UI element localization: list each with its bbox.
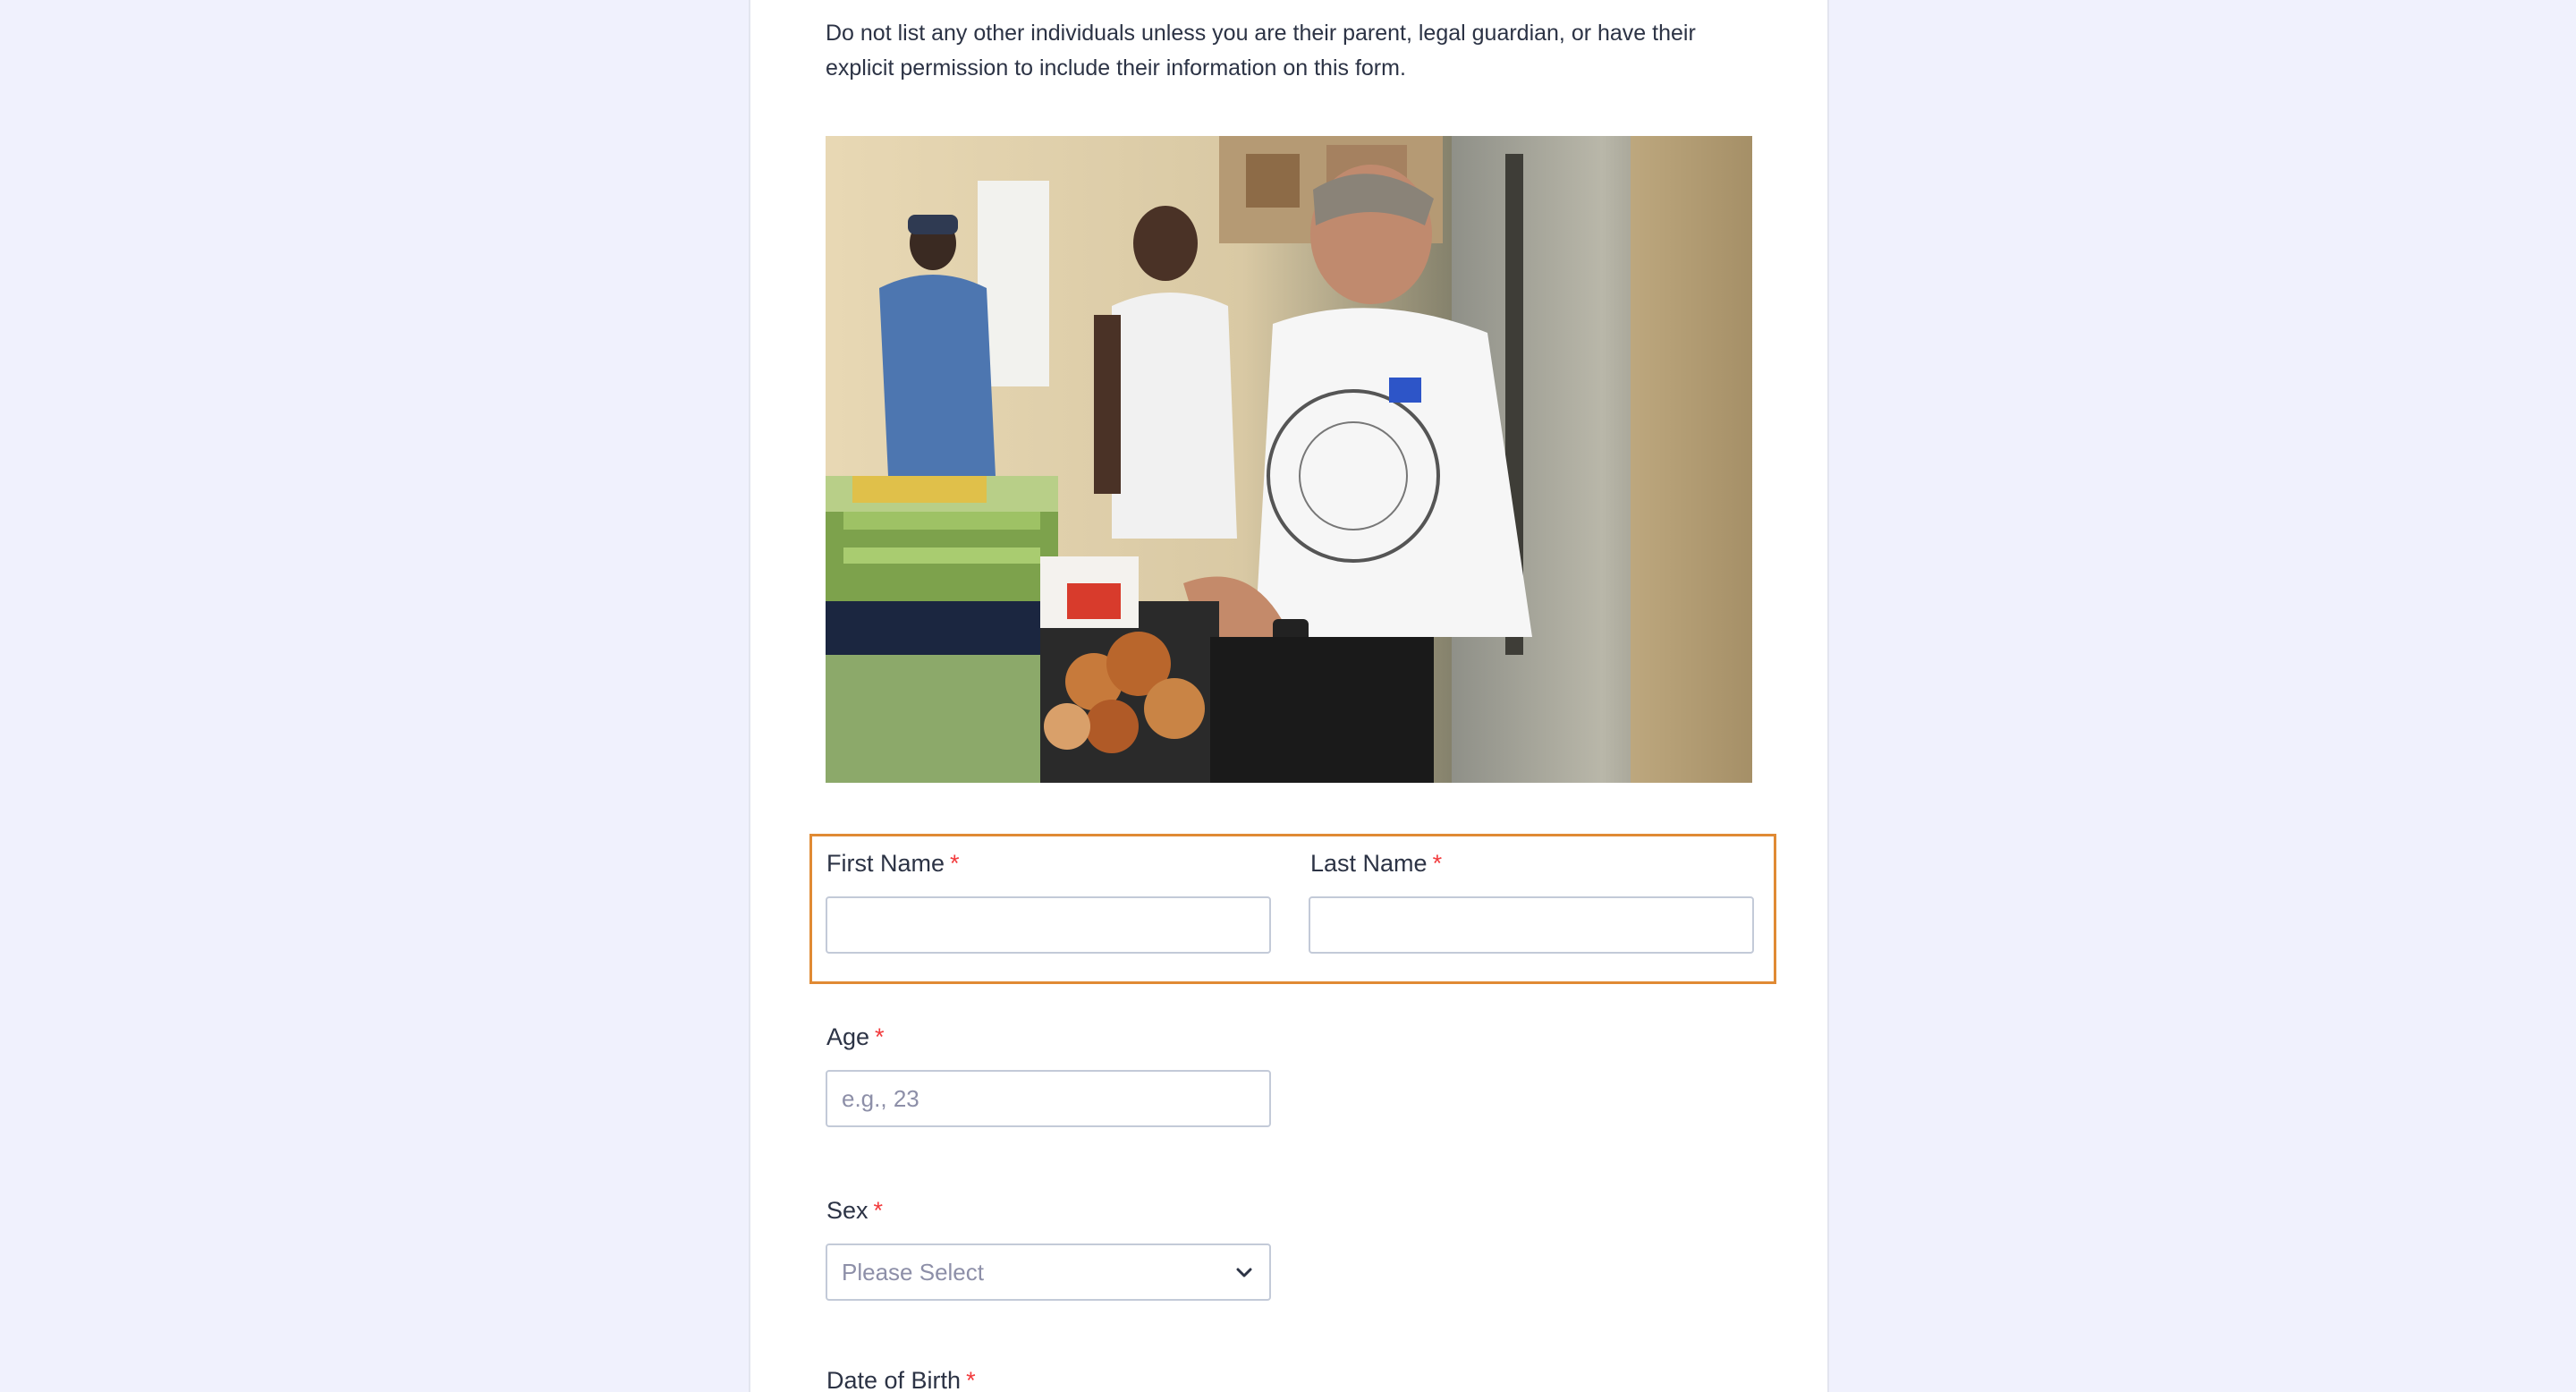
required-asterisk: * [950, 850, 960, 877]
sex-select-value: Please Select [842, 1258, 984, 1286]
age-input[interactable] [826, 1070, 1271, 1127]
required-asterisk: * [875, 1023, 885, 1050]
intro-text: Do not list any other individuals unless… [826, 21, 1696, 81]
volunteers-photo [826, 136, 1752, 783]
sex-label: Sex * [826, 1197, 884, 1224]
chevron-down-icon [1236, 1268, 1252, 1277]
last-name-input[interactable] [1309, 896, 1754, 954]
first-name-label: First Name * [826, 850, 960, 877]
dob-label: Date of Birth * [826, 1367, 976, 1392]
required-asterisk: * [966, 1367, 976, 1392]
last-name-label: Last Name * [1310, 850, 1443, 877]
required-asterisk: * [1432, 850, 1443, 877]
page: Do not list any other individuals unless… [0, 0, 2576, 1392]
sex-select[interactable]: Please Select [826, 1243, 1271, 1301]
age-label: Age * [826, 1023, 885, 1050]
required-asterisk: * [873, 1197, 884, 1224]
form-card: Do not list any other individuals unless… [749, 0, 1829, 1392]
first-name-input[interactable] [826, 896, 1271, 954]
